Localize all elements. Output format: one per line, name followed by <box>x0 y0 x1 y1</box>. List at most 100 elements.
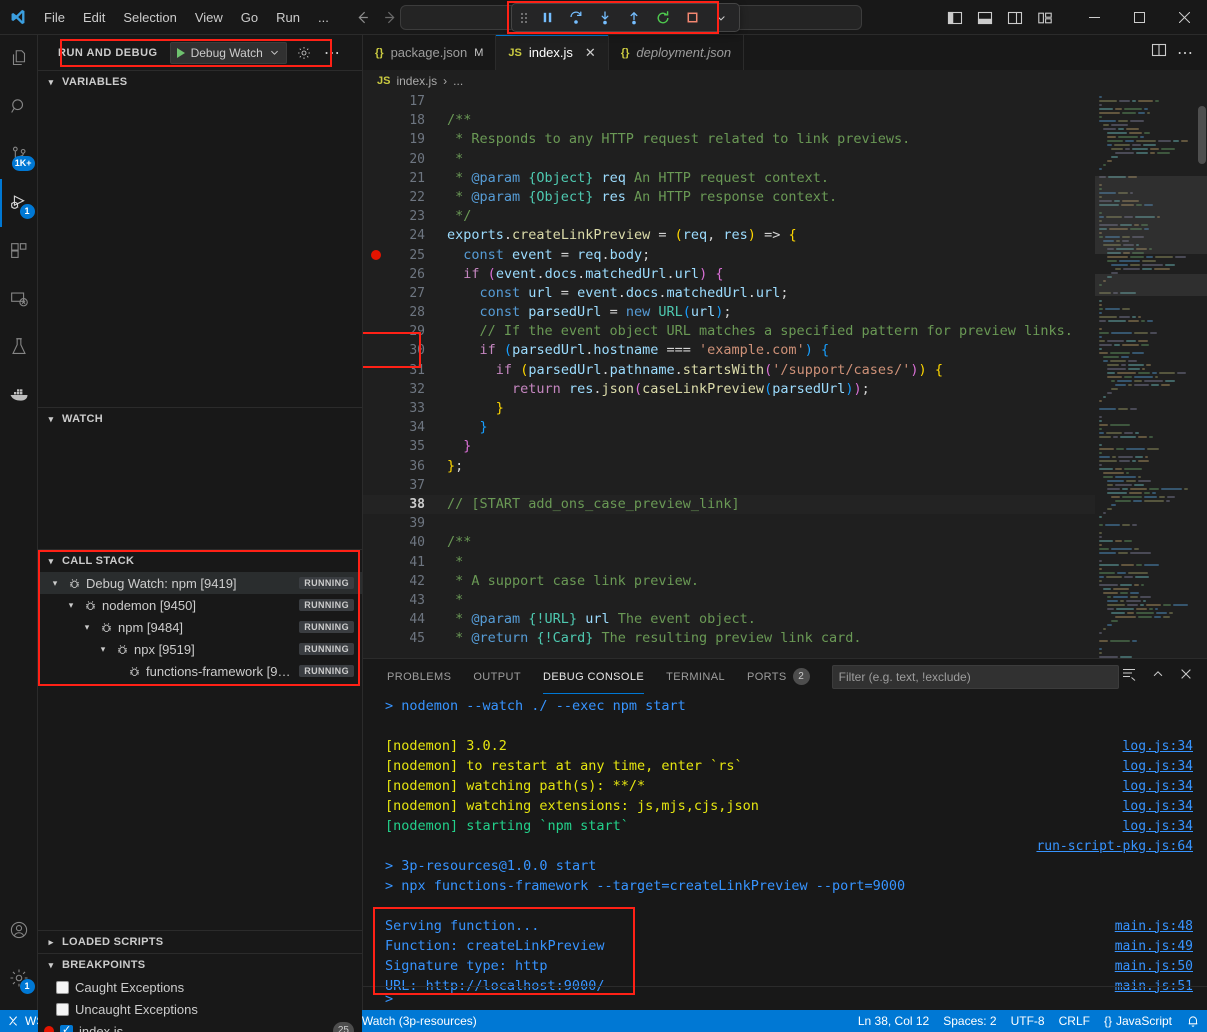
chevron-down-icon[interactable]: ▾ <box>48 578 62 589</box>
activity-run-and-debug[interactable]: 1 <box>0 179 38 227</box>
status-encoding[interactable]: UTF-8 <box>1004 1010 1052 1032</box>
console-source-link[interactable]: run-script-pkg.js:64 <box>1036 839 1193 854</box>
menu-go[interactable]: Go <box>233 7 266 28</box>
activity-source-control[interactable]: 1K+ <box>0 131 38 179</box>
split-editor-icon[interactable] <box>1151 42 1167 63</box>
open-launch-json-icon[interactable] <box>293 42 315 64</box>
start-debugging-icon[interactable] <box>177 48 185 58</box>
callstack-header[interactable]: ▾ CALL STACK <box>38 550 362 572</box>
menu-view[interactable]: View <box>187 7 231 28</box>
tab-output[interactable]: OUTPUT <box>463 659 531 694</box>
console-source-link[interactable]: log.js:34 <box>1123 739 1193 754</box>
customize-layout-icon[interactable] <box>1032 5 1058 31</box>
toggle-secondary-sidebar-icon[interactable] <box>1002 5 1028 31</box>
editor-scrollbar[interactable] <box>1197 92 1207 658</box>
back-arrow-icon[interactable] <box>351 6 375 28</box>
pause-button[interactable] <box>533 6 561 30</box>
loaded-scripts-header[interactable]: ▸ LOADED SCRIPTS <box>38 931 362 953</box>
launch-configuration-dropdown[interactable]: Debug Watch <box>170 42 287 64</box>
console-source-link[interactable]: log.js:34 <box>1123 759 1193 774</box>
breadcrumb-file[interactable]: index.js <box>396 74 437 88</box>
step-out-button[interactable] <box>620 6 648 30</box>
breakpoint-row-uncaught-exceptions[interactable]: Uncaught Exceptions <box>38 998 362 1020</box>
gutter-breakpoint[interactable] <box>363 250 389 260</box>
minimize-button[interactable] <box>1072 0 1117 35</box>
menu-edit[interactable]: Edit <box>75 7 113 28</box>
tab-ports[interactable]: PORTS 2 <box>737 659 820 694</box>
breakpoint-checkbox[interactable] <box>56 981 69 994</box>
console-source-link[interactable]: log.js:34 <box>1123 779 1193 794</box>
toggle-panel-icon[interactable] <box>972 5 998 31</box>
status-language-mode[interactable]: {} JavaScript <box>1097 1010 1179 1032</box>
activity-explorer[interactable] <box>0 35 38 83</box>
tab-index-js[interactable]: JS index.js ✕ <box>496 35 608 70</box>
activity-docker[interactable] <box>0 371 38 419</box>
close-icon[interactable]: ✕ <box>585 45 596 61</box>
callstack-row-2[interactable]: ▾ npm [9484] RUNNING <box>38 616 362 638</box>
scrollbar-thumb[interactable] <box>1198 106 1206 164</box>
watch-body <box>38 430 362 549</box>
tab-debug-console[interactable]: DEBUG CONSOLE <box>533 659 654 694</box>
console-source-link[interactable]: main.js:48 <box>1115 919 1193 934</box>
chevron-up-icon[interactable] <box>1151 667 1165 686</box>
close-button[interactable] <box>1162 0 1207 35</box>
clear-console-icon[interactable] <box>1121 666 1137 687</box>
status-notifications[interactable] <box>1179 1010 1207 1032</box>
tab-terminal[interactable]: TERMINAL <box>656 659 735 694</box>
console-source-link[interactable]: main.js:49 <box>1115 939 1193 954</box>
line-number: 24 <box>389 226 437 245</box>
breakpoint-checkbox[interactable] <box>60 1025 73 1032</box>
activity-search[interactable] <box>0 83 38 131</box>
maximize-button[interactable] <box>1117 0 1162 35</box>
debug-console-output[interactable]: > nodemon --watch ./ --exec npm start [n… <box>363 694 1207 1010</box>
tab-package-json[interactable]: {} package.json M <box>363 35 496 70</box>
breakpoint-row-index-js[interactable]: index.js 25 <box>38 1020 362 1032</box>
step-over-button[interactable] <box>562 6 590 30</box>
chevron-down-icon[interactable]: ▾ <box>96 644 110 655</box>
console-source-link[interactable]: log.js:34 <box>1123 819 1193 834</box>
status-indentation[interactable]: Spaces: 2 <box>936 1010 1003 1032</box>
menu-selection[interactable]: Selection <box>115 7 184 28</box>
step-into-button[interactable] <box>591 6 619 30</box>
stop-button[interactable] <box>678 6 706 30</box>
chevron-down-icon[interactable] <box>707 6 735 30</box>
activity-manage-settings[interactable]: 1 <box>0 954 38 1002</box>
minimap-slider[interactable] <box>1095 176 1207 254</box>
console-source-link[interactable]: main.js:50 <box>1115 959 1193 974</box>
callstack-row-3[interactable]: ▾ npx [9519] RUNNING <box>38 638 362 660</box>
breakpoint-row-caught-exceptions[interactable]: Caught Exceptions <box>38 976 362 998</box>
debug-console-input[interactable]: > <box>363 986 1207 1010</box>
menu-file[interactable]: File <box>36 7 73 28</box>
breakpoint-checkbox[interactable] <box>56 1003 69 1016</box>
variables-header[interactable]: ▾ VARIABLES <box>38 71 362 93</box>
menu-more[interactable]: ... <box>310 7 337 28</box>
status-eol[interactable]: CRLF <box>1052 1010 1097 1032</box>
close-icon[interactable] <box>1179 667 1193 686</box>
console-filter-input[interactable]: Filter (e.g. text, !exclude) <box>832 665 1119 689</box>
breakpoints-header[interactable]: ▾ BREAKPOINTS <box>38 954 362 976</box>
sidebar-more-actions-icon[interactable]: ⋯ <box>321 42 343 64</box>
chevron-down-icon[interactable]: ▾ <box>64 600 78 611</box>
tab-deployment-json[interactable]: {} deployment.json <box>609 35 744 70</box>
activity-testing[interactable] <box>0 323 38 371</box>
activity-extensions[interactable] <box>0 227 38 275</box>
activity-accounts[interactable] <box>0 906 38 954</box>
callstack-row-4[interactable]: functions-framework [954... RUNNING <box>38 660 362 682</box>
callstack-row-1[interactable]: ▾ nodemon [9450] RUNNING <box>38 594 362 616</box>
callstack-row-0[interactable]: ▾ Debug Watch: npm [9419] RUNNING <box>38 572 362 594</box>
drag-handle-icon[interactable] <box>516 11 532 25</box>
minimap-line <box>1095 372 1207 375</box>
breadcrumb-symbol[interactable]: ... <box>453 74 463 88</box>
editor-more-actions-icon[interactable]: ⋯ <box>1177 43 1193 63</box>
status-cursor-position[interactable]: Ln 38, Col 12 <box>851 1010 936 1032</box>
code-editor[interactable]: 17 18/** 19 * Responds to any HTTP reque… <box>363 92 1095 658</box>
activity-remote-explorer[interactable] <box>0 275 38 323</box>
tab-problems[interactable]: PROBLEMS <box>377 659 461 694</box>
toggle-primary-sidebar-icon[interactable] <box>942 5 968 31</box>
chevron-down-icon[interactable]: ▾ <box>80 622 94 633</box>
watch-header[interactable]: ▾ WATCH <box>38 408 362 430</box>
console-source-link[interactable]: log.js:34 <box>1123 799 1193 814</box>
minimap[interactable] <box>1095 92 1207 658</box>
restart-button[interactable] <box>649 6 677 30</box>
menu-run[interactable]: Run <box>268 7 308 28</box>
